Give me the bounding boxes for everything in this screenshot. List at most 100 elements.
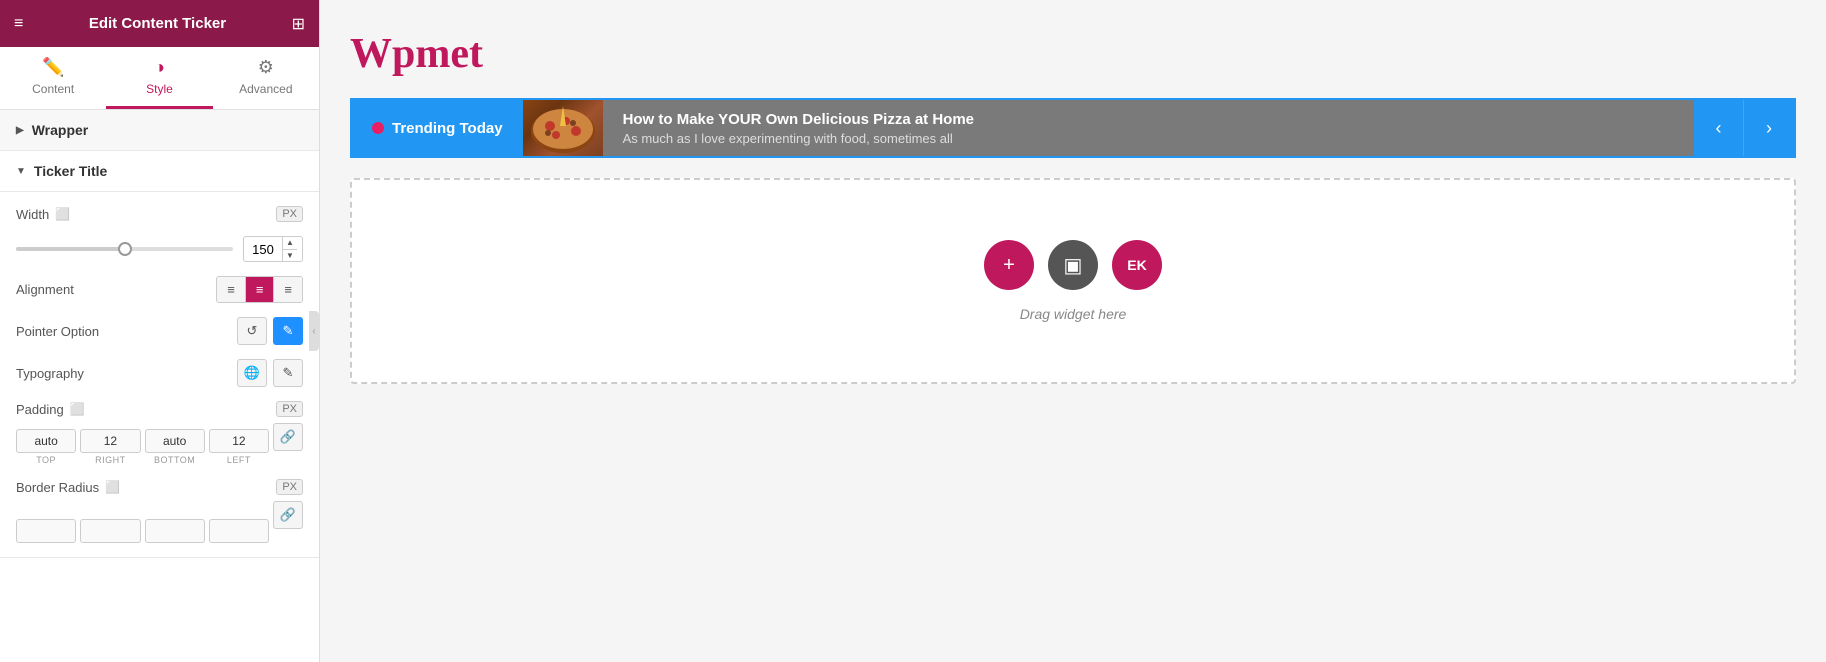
br-link-btn[interactable]: 🔗 [273, 501, 303, 529]
alignment-buttons: ≡ ≡ ≡ [216, 276, 303, 303]
br-left-input[interactable] [209, 519, 269, 543]
main-content: Wpmet Trending Today [320, 0, 1826, 662]
padding-label: Padding ⬜ [16, 402, 85, 417]
padding-bottom-label: BOTTOM [154, 455, 195, 465]
padding-responsive-icon: ⬜ [70, 402, 85, 416]
ticker-title-label: Ticker Title [34, 163, 107, 179]
wrapper-label: Wrapper [32, 122, 89, 138]
pointer-option-row: Pointer Option ↺ ✎ [16, 317, 303, 345]
sidebar-tabs: ✏️ Content ◑ Style ⚙ Advanced [0, 47, 319, 110]
padding-left-input[interactable] [209, 429, 269, 453]
border-radius-unit-badge[interactable]: PX [276, 479, 303, 495]
padding-right-input[interactable] [80, 429, 140, 453]
width-responsive-icon: ⬜ [55, 207, 70, 221]
width-input-field[interactable] [244, 239, 282, 260]
width-increment[interactable]: ▲ [283, 237, 297, 250]
ticker-title-section: ▼ Ticker Title Width ⬜ PX [0, 151, 319, 558]
drop-zone-buttons: + ▣ EK [984, 240, 1162, 290]
align-right-btn[interactable]: ≡ [274, 277, 302, 302]
width-spinner: ▲ ▼ [282, 237, 297, 261]
width-label: Width ⬜ [16, 207, 70, 222]
ticker-headline: How to Make YOUR Own Delicious Pizza at … [623, 111, 1674, 128]
width-row: Width ⬜ PX [16, 206, 303, 222]
sidebar: ≡ Edit Content Ticker ⊞ ✏️ Content ◑ Sty… [0, 0, 320, 662]
padding-bottom-input[interactable] [145, 429, 205, 453]
resize-handle[interactable]: ‹ [309, 311, 319, 351]
ticker-image [523, 100, 603, 156]
padding-row: Padding ⬜ PX [16, 401, 303, 417]
content-tab-label: Content [32, 82, 74, 96]
typography-edit-btn[interactable]: ✎ [273, 359, 303, 387]
style-tab-label: Style [146, 82, 173, 96]
br-right-input[interactable] [80, 519, 140, 543]
ticker-navigation: ‹ › [1694, 100, 1794, 156]
width-slider-thumb[interactable] [118, 242, 132, 256]
padding-right-label: RIGHT [95, 455, 126, 465]
controls-area: Width ⬜ PX ▲ ▼ [0, 192, 319, 557]
typography-buttons: 🌐 ✎ [237, 359, 303, 387]
border-radius-row: Border Radius ⬜ PX [16, 479, 303, 495]
br-left-group [209, 519, 269, 543]
typography-row: Typography 🌐 ✎ [16, 359, 303, 387]
typography-global-btn[interactable]: 🌐 [237, 359, 267, 387]
ticker-title-arrow-icon: ▼ [16, 166, 26, 177]
ticker-label-text: Trending Today [392, 120, 503, 137]
border-radius-section: Border Radius ⬜ PX [16, 479, 303, 543]
tab-style[interactable]: ◑ Style [106, 47, 212, 109]
advanced-tab-icon: ⚙ [258, 57, 274, 78]
ticker-label: Trending Today [352, 100, 523, 156]
content-tab-icon: ✏️ [42, 57, 64, 78]
wrapper-section-header[interactable]: ▶ Wrapper [0, 110, 319, 150]
align-center-btn[interactable]: ≡ [246, 277, 275, 302]
ticker-prev-btn[interactable]: ‹ [1694, 100, 1744, 156]
pointer-reset-btn[interactable]: ↺ [237, 317, 267, 345]
tab-advanced[interactable]: ⚙ Advanced [213, 47, 319, 109]
padding-link-btn[interactable]: 🔗 [273, 423, 303, 451]
pointer-edit-btn[interactable]: ✎ [273, 317, 303, 345]
drop-zone-text: Drag widget here [1020, 306, 1127, 322]
alignment-row: Alignment ≡ ≡ ≡ [16, 276, 303, 303]
padding-bottom-group: BOTTOM [145, 429, 205, 465]
ticker-title-header[interactable]: ▼ Ticker Title [0, 151, 319, 192]
grid-icon[interactable]: ⊞ [292, 14, 305, 34]
width-slider-track[interactable] [16, 247, 233, 251]
alignment-label: Alignment [16, 282, 74, 297]
tab-content[interactable]: ✏️ Content [0, 47, 106, 109]
br-top-input[interactable] [16, 519, 76, 543]
padding-top-label: TOP [36, 455, 56, 465]
typography-label: Typography [16, 366, 84, 381]
width-decrement[interactable]: ▼ [283, 250, 297, 262]
padding-unit-badge[interactable]: PX [276, 401, 303, 417]
padding-top-group: TOP [16, 429, 76, 465]
pizza-thumbnail [523, 100, 603, 156]
ticker-text-area: How to Make YOUR Own Delicious Pizza at … [603, 100, 1694, 156]
sidebar-title: Edit Content Ticker [89, 15, 226, 32]
align-left-btn[interactable]: ≡ [217, 277, 246, 302]
drop-zone: + ▣ EK Drag widget here [350, 178, 1796, 384]
padding-section: Padding ⬜ PX TOP RIGHT [16, 401, 303, 465]
pizza-svg [528, 101, 598, 156]
pointer-option-label: Pointer Option [16, 324, 99, 339]
width-slider-row: ▲ ▼ [16, 236, 303, 262]
style-tab-icon: ◑ [154, 57, 165, 78]
border-radius-inputs: 🔗 [16, 501, 303, 543]
border-radius-label: Border Radius ⬜ [16, 480, 120, 495]
wpmet-title: Wpmet [350, 30, 1796, 78]
wrapper-arrow-icon: ▶ [16, 125, 24, 136]
border-radius-responsive-icon: ⬜ [105, 480, 120, 494]
ticker-next-btn[interactable]: › [1744, 100, 1794, 156]
ek-btn[interactable]: EK [1112, 240, 1162, 290]
add-widget-btn[interactable]: + [984, 240, 1034, 290]
br-bottom-input[interactable] [145, 519, 205, 543]
padding-left-label: LEFT [227, 455, 251, 465]
folder-btn[interactable]: ▣ [1048, 240, 1098, 290]
width-unit-badge[interactable]: PX [276, 206, 303, 222]
padding-right-group: RIGHT [80, 429, 140, 465]
br-right-group [80, 519, 140, 543]
width-number-input[interactable]: ▲ ▼ [243, 236, 303, 262]
br-top-group [16, 519, 76, 543]
menu-icon[interactable]: ≡ [14, 15, 23, 33]
advanced-tab-label: Advanced [239, 82, 292, 96]
padding-top-input[interactable] [16, 429, 76, 453]
wrapper-section: ▶ Wrapper [0, 110, 319, 151]
